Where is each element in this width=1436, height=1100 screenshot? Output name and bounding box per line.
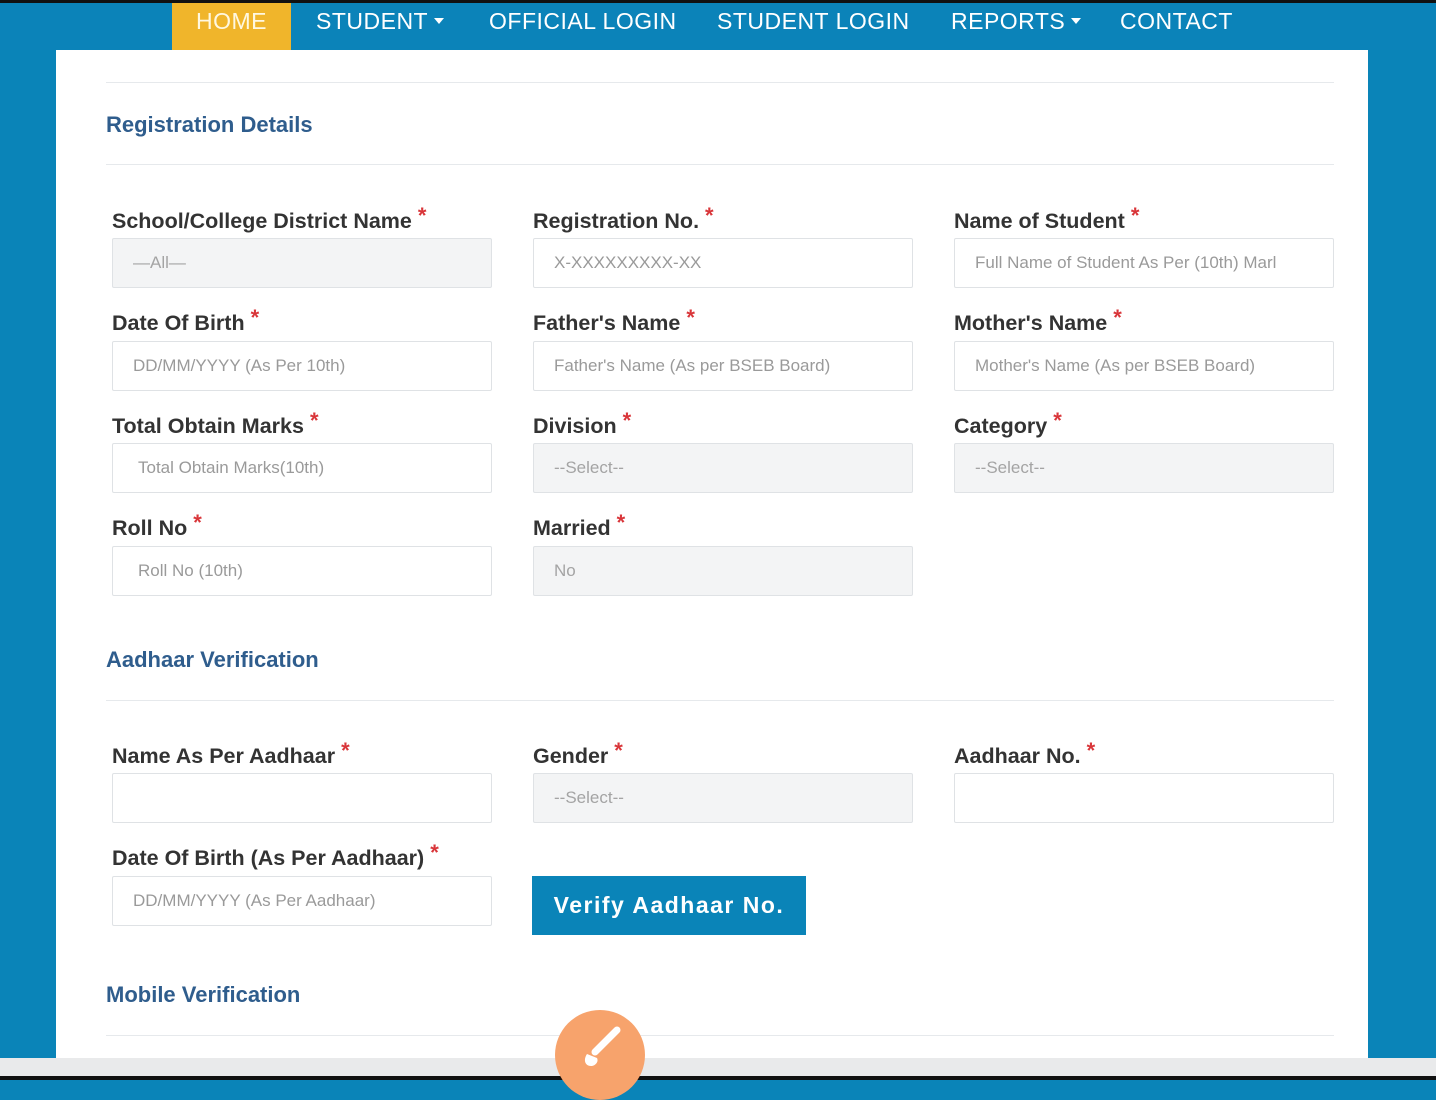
nav-student-label: STUDENT <box>316 8 429 34</box>
paintbrush-icon <box>584 1026 621 1066</box>
divider <box>106 82 1334 83</box>
aadhaar-name-label: Name As Per Aadhaar * <box>112 738 350 769</box>
required-marker: * <box>250 305 260 330</box>
nav-reports-label: REPORTS <box>951 8 1066 34</box>
required-marker: * <box>430 840 439 865</box>
division-label-text: Division <box>533 414 617 438</box>
total-marks-input[interactable] <box>112 443 492 493</box>
father-name-label-text: Father's Name <box>533 311 681 335</box>
divider <box>106 1035 1334 1036</box>
district-label: School/College District Name * <box>112 203 426 234</box>
required-marker: * <box>309 408 319 433</box>
aadhaar-name-input[interactable] <box>112 773 492 823</box>
roll-no-label: Roll No * <box>112 510 202 541</box>
dob-input[interactable] <box>112 341 492 391</box>
aadhaar-dob-input[interactable] <box>112 876 492 926</box>
category-label: Category * <box>954 408 1062 439</box>
mother-name-label: Mother's Name * <box>954 305 1122 336</box>
registration-no-label-text: Registration No. <box>533 209 700 233</box>
mobile-section-title: Mobile Verification <box>106 982 301 1007</box>
required-marker: * <box>1053 408 1062 433</box>
division-label: Division * <box>533 408 631 439</box>
divider <box>106 700 1334 701</box>
aadhaar-no-label: Aadhaar No. * <box>954 738 1095 769</box>
aadhaar-dob-label: Date Of Birth (As Per Aadhaar) * <box>112 840 439 871</box>
required-marker: * <box>614 738 623 763</box>
category-select[interactable]: --Select-- <box>954 443 1334 493</box>
gender-label-text: Gender <box>533 744 609 768</box>
student-name-label-text: Name of Student <box>954 209 1125 233</box>
roll-no-label-text: Roll No <box>112 516 188 540</box>
category-label-text: Category <box>954 414 1048 438</box>
verify-aadhaar-button[interactable]: Verify Aadhaar No. <box>532 876 806 935</box>
caret-down-icon <box>434 17 445 24</box>
bottom-strip <box>0 1058 1436 1080</box>
aadhaar-no-input[interactable] <box>954 773 1334 823</box>
gender-label: Gender * <box>533 738 623 769</box>
dob-label-text: Date Of Birth <box>112 311 245 335</box>
gender-select[interactable]: --Select-- <box>533 773 913 823</box>
required-marker: * <box>341 738 350 763</box>
total-marks-label-text: Total Obtain Marks <box>112 414 304 438</box>
father-name-input[interactable] <box>533 341 913 391</box>
caret-down-icon <box>1071 17 1082 24</box>
student-name-label: Name of Student * <box>954 203 1139 234</box>
required-marker: * <box>622 408 632 433</box>
roll-no-input[interactable] <box>112 546 492 596</box>
division-select[interactable]: --Select-- <box>533 443 913 493</box>
required-marker: * <box>193 510 202 535</box>
required-marker: * <box>1086 738 1096 763</box>
married-label: Married * <box>533 510 625 541</box>
required-marker: * <box>705 203 714 228</box>
nav-official-login[interactable]: OFFICIAL LOGIN <box>489 3 677 50</box>
mother-name-label-text: Mother's Name <box>954 311 1108 335</box>
form-panel: Registration Details School/College Dist… <box>56 50 1368 1058</box>
married-field[interactable]: No <box>533 546 913 596</box>
required-marker: * <box>686 305 695 330</box>
aadhaar-no-label-text: Aadhaar No. <box>954 744 1081 768</box>
nav-student-login[interactable]: STUDENT LOGIN <box>717 3 910 50</box>
nav-student[interactable]: STUDENT <box>316 3 445 50</box>
divider <box>106 164 1334 165</box>
district-select[interactable]: —All— <box>112 238 492 288</box>
married-label-text: Married <box>533 516 611 540</box>
nav-reports[interactable]: REPORTS <box>951 3 1082 50</box>
father-name-label: Father's Name * <box>533 305 695 336</box>
required-marker: * <box>1130 203 1140 228</box>
aadhaar-dob-label-text: Date Of Birth (As Per Aadhaar) <box>112 846 425 870</box>
aadhaar-name-label-text: Name As Per Aadhaar <box>112 744 336 768</box>
dob-label: Date Of Birth * <box>112 305 259 336</box>
nav-contact[interactable]: CONTACT <box>1120 3 1233 50</box>
nav-home[interactable]: HOME <box>172 3 291 50</box>
student-name-input[interactable] <box>954 238 1334 288</box>
required-marker: * <box>616 510 626 535</box>
mother-name-input[interactable] <box>954 341 1334 391</box>
district-label-text: School/College District Name <box>112 209 412 233</box>
top-navbar: HOME STUDENT OFFICIAL LOGIN STUDENT LOGI… <box>0 0 1436 50</box>
aadhaar-section-title: Aadhaar Verification <box>106 647 319 672</box>
paintbrush-fab-button[interactable] <box>555 1010 645 1100</box>
registration-no-input[interactable] <box>533 238 913 288</box>
registration-no-label: Registration No. * <box>533 203 714 234</box>
registration-section-title: Registration Details <box>106 112 313 137</box>
required-marker: * <box>1113 305 1122 330</box>
total-marks-label: Total Obtain Marks * <box>112 408 319 439</box>
required-marker: * <box>417 203 427 228</box>
